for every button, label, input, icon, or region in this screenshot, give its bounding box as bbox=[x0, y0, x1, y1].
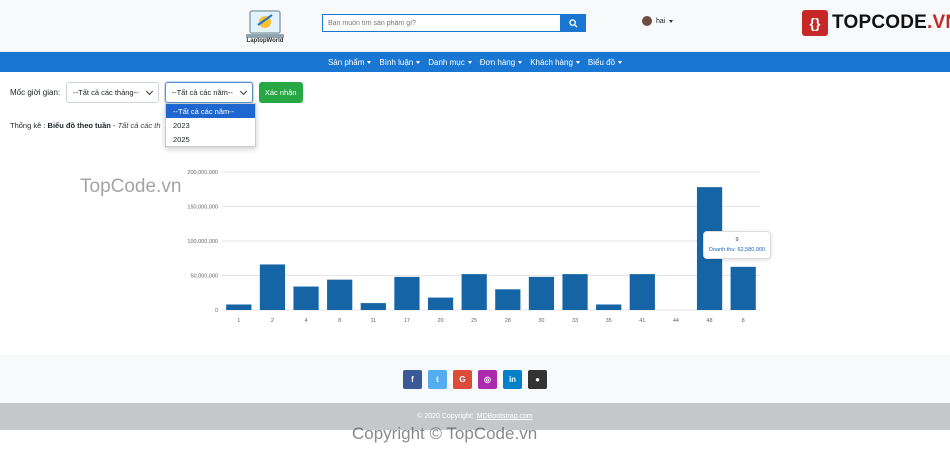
stat-separator: - bbox=[110, 121, 118, 130]
x-tick-label: 41 bbox=[639, 318, 645, 324]
y-tick-label: 100,000,000 bbox=[187, 239, 218, 245]
nav-item-comments[interactable]: Bình luận bbox=[379, 58, 421, 67]
brand-logo: {} TOPCODE.VN bbox=[802, 10, 950, 36]
user-menu[interactable]: hai bbox=[642, 16, 674, 26]
month-select[interactable]: --Tất cả các tháng-- bbox=[66, 82, 159, 103]
revenue-chart: 0 50,000,000 100,000,000 150,000,000 200,000… bbox=[187, 170, 760, 324]
nav-item-products[interactable]: Sản phẩm bbox=[328, 58, 372, 67]
caret-icon bbox=[467, 60, 472, 64]
x-tick-label: 28 bbox=[505, 318, 511, 324]
year-option[interactable]: 2023 bbox=[166, 118, 255, 132]
stat-type: Biểu đồ theo tuần bbox=[47, 121, 111, 130]
chart-bar[interactable] bbox=[495, 289, 521, 310]
x-tick-label: 48 bbox=[707, 318, 713, 324]
chevron-down-icon bbox=[669, 19, 674, 23]
x-tick-label: 8 bbox=[742, 318, 745, 324]
stat-scope: Tất cả các th bbox=[117, 121, 161, 130]
y-tick-label: 200,000,000 bbox=[187, 170, 218, 176]
topcode-logo-icon: {} bbox=[802, 10, 828, 36]
x-tick-label: 44 bbox=[673, 318, 679, 324]
tooltip-title: 9 bbox=[735, 237, 739, 243]
x-tick-label: 20 bbox=[438, 318, 444, 324]
chart-bar[interactable] bbox=[562, 274, 588, 310]
chart-bar[interactable] bbox=[528, 276, 555, 310]
github-icon[interactable]: ● bbox=[528, 369, 547, 389]
tooltip-value: Doanh thu: 62,580,000 bbox=[709, 247, 765, 253]
chart-bar[interactable] bbox=[427, 297, 454, 310]
search-bar bbox=[322, 14, 586, 32]
caret-icon bbox=[618, 60, 623, 64]
search-input[interactable] bbox=[322, 14, 560, 32]
caret-icon bbox=[416, 60, 421, 64]
linkedin-icon[interactable]: in bbox=[503, 369, 522, 389]
chart-bar[interactable] bbox=[327, 279, 353, 310]
chart-bar[interactable] bbox=[730, 266, 756, 310]
x-tick-label: 17 bbox=[404, 318, 410, 324]
x-tick-label: 4 bbox=[305, 318, 308, 324]
filter-label: Mốc giời gian: bbox=[10, 88, 61, 97]
copyright-link[interactable]: MDBootstrap.com bbox=[477, 413, 533, 420]
x-tick-label: 25 bbox=[471, 318, 477, 324]
chart-bar[interactable] bbox=[461, 274, 487, 310]
chart-bar[interactable] bbox=[226, 304, 252, 310]
chevron-down-icon bbox=[239, 87, 247, 95]
nav-item-customers[interactable]: Khách hàng bbox=[530, 58, 580, 67]
facebook-icon[interactable]: f bbox=[403, 369, 422, 389]
instagram-icon[interactable]: ◎ bbox=[478, 369, 497, 389]
x-tick-label: 35 bbox=[606, 318, 612, 324]
copyright-text: © 2020 Copyright: bbox=[417, 413, 474, 420]
year-dropdown: --Tất cả các năm-- 2023 2025 bbox=[165, 103, 256, 147]
watermark-top: TopCode.vn bbox=[80, 176, 182, 197]
main-nav: Sản phẩm Bình luận Danh mục Đơn hàng Khá… bbox=[0, 52, 950, 72]
caret-icon bbox=[367, 60, 372, 64]
x-tick-label: 30 bbox=[538, 318, 544, 324]
chart-bar[interactable] bbox=[596, 304, 622, 310]
chevron-down-icon bbox=[145, 87, 153, 95]
chart-bar[interactable] bbox=[394, 276, 420, 310]
y-tick-label: 150,000,000 bbox=[187, 205, 218, 211]
y-tick-label: 0 bbox=[215, 308, 218, 314]
x-tick-label: 33 bbox=[572, 318, 578, 324]
year-option[interactable]: --Tất cả các năm-- bbox=[166, 104, 255, 118]
x-tick-label: 2 bbox=[271, 318, 274, 324]
caret-icon bbox=[518, 60, 523, 64]
month-select-value: --Tất cả các tháng-- bbox=[73, 88, 139, 97]
y-tick-label: 50,000,000 bbox=[190, 274, 218, 280]
chart-bar[interactable] bbox=[259, 264, 286, 310]
stat-prefix: Thống kê : bbox=[10, 121, 46, 130]
x-tick-label: 8 bbox=[338, 318, 341, 324]
nav-item-orders[interactable]: Đơn hàng bbox=[480, 58, 523, 67]
year-select-value: --Tất cả các năm-- bbox=[171, 88, 233, 97]
search-button[interactable] bbox=[560, 14, 586, 32]
avatar bbox=[642, 16, 652, 26]
watermark-bottom: Copyright © TopCode.vn bbox=[352, 424, 538, 443]
nav-item-categories[interactable]: Danh mục bbox=[428, 58, 472, 67]
chart-bar[interactable] bbox=[629, 274, 655, 310]
year-select[interactable]: --Tất cả các năm-- bbox=[164, 82, 253, 103]
x-tick-label: 1 bbox=[237, 318, 240, 324]
stat-caption: Thống kê : Biểu đồ theo tuần - Tất cả cá… bbox=[10, 121, 161, 130]
top-header: LaptopWorld hai {} TOPCODE.VN bbox=[0, 0, 950, 52]
brand-text: TOPCODE.VN bbox=[832, 12, 950, 33]
time-filter: Mốc giời gian: --Tất cả các tháng-- --Tấ… bbox=[10, 82, 303, 103]
chart-tooltip: 9 Doanh thu: 62,580,000 bbox=[703, 231, 771, 259]
year-option[interactable]: 2025 bbox=[166, 132, 255, 146]
x-tick-label: 11 bbox=[370, 318, 376, 324]
chart-bar[interactable] bbox=[293, 286, 319, 310]
logo-text: LaptopWorld bbox=[246, 38, 284, 44]
caret-icon bbox=[575, 60, 580, 64]
confirm-button[interactable]: Xác nhận bbox=[258, 82, 303, 103]
chart-bar[interactable] bbox=[360, 303, 386, 310]
social-footer: f t G ◎ in ● bbox=[0, 355, 950, 403]
google-plus-icon[interactable]: G bbox=[453, 369, 472, 389]
search-icon bbox=[568, 18, 578, 28]
user-name: hai bbox=[656, 17, 666, 25]
twitter-icon[interactable]: t bbox=[428, 369, 447, 389]
nav-item-charts[interactable]: Biểu đồ bbox=[588, 58, 623, 67]
